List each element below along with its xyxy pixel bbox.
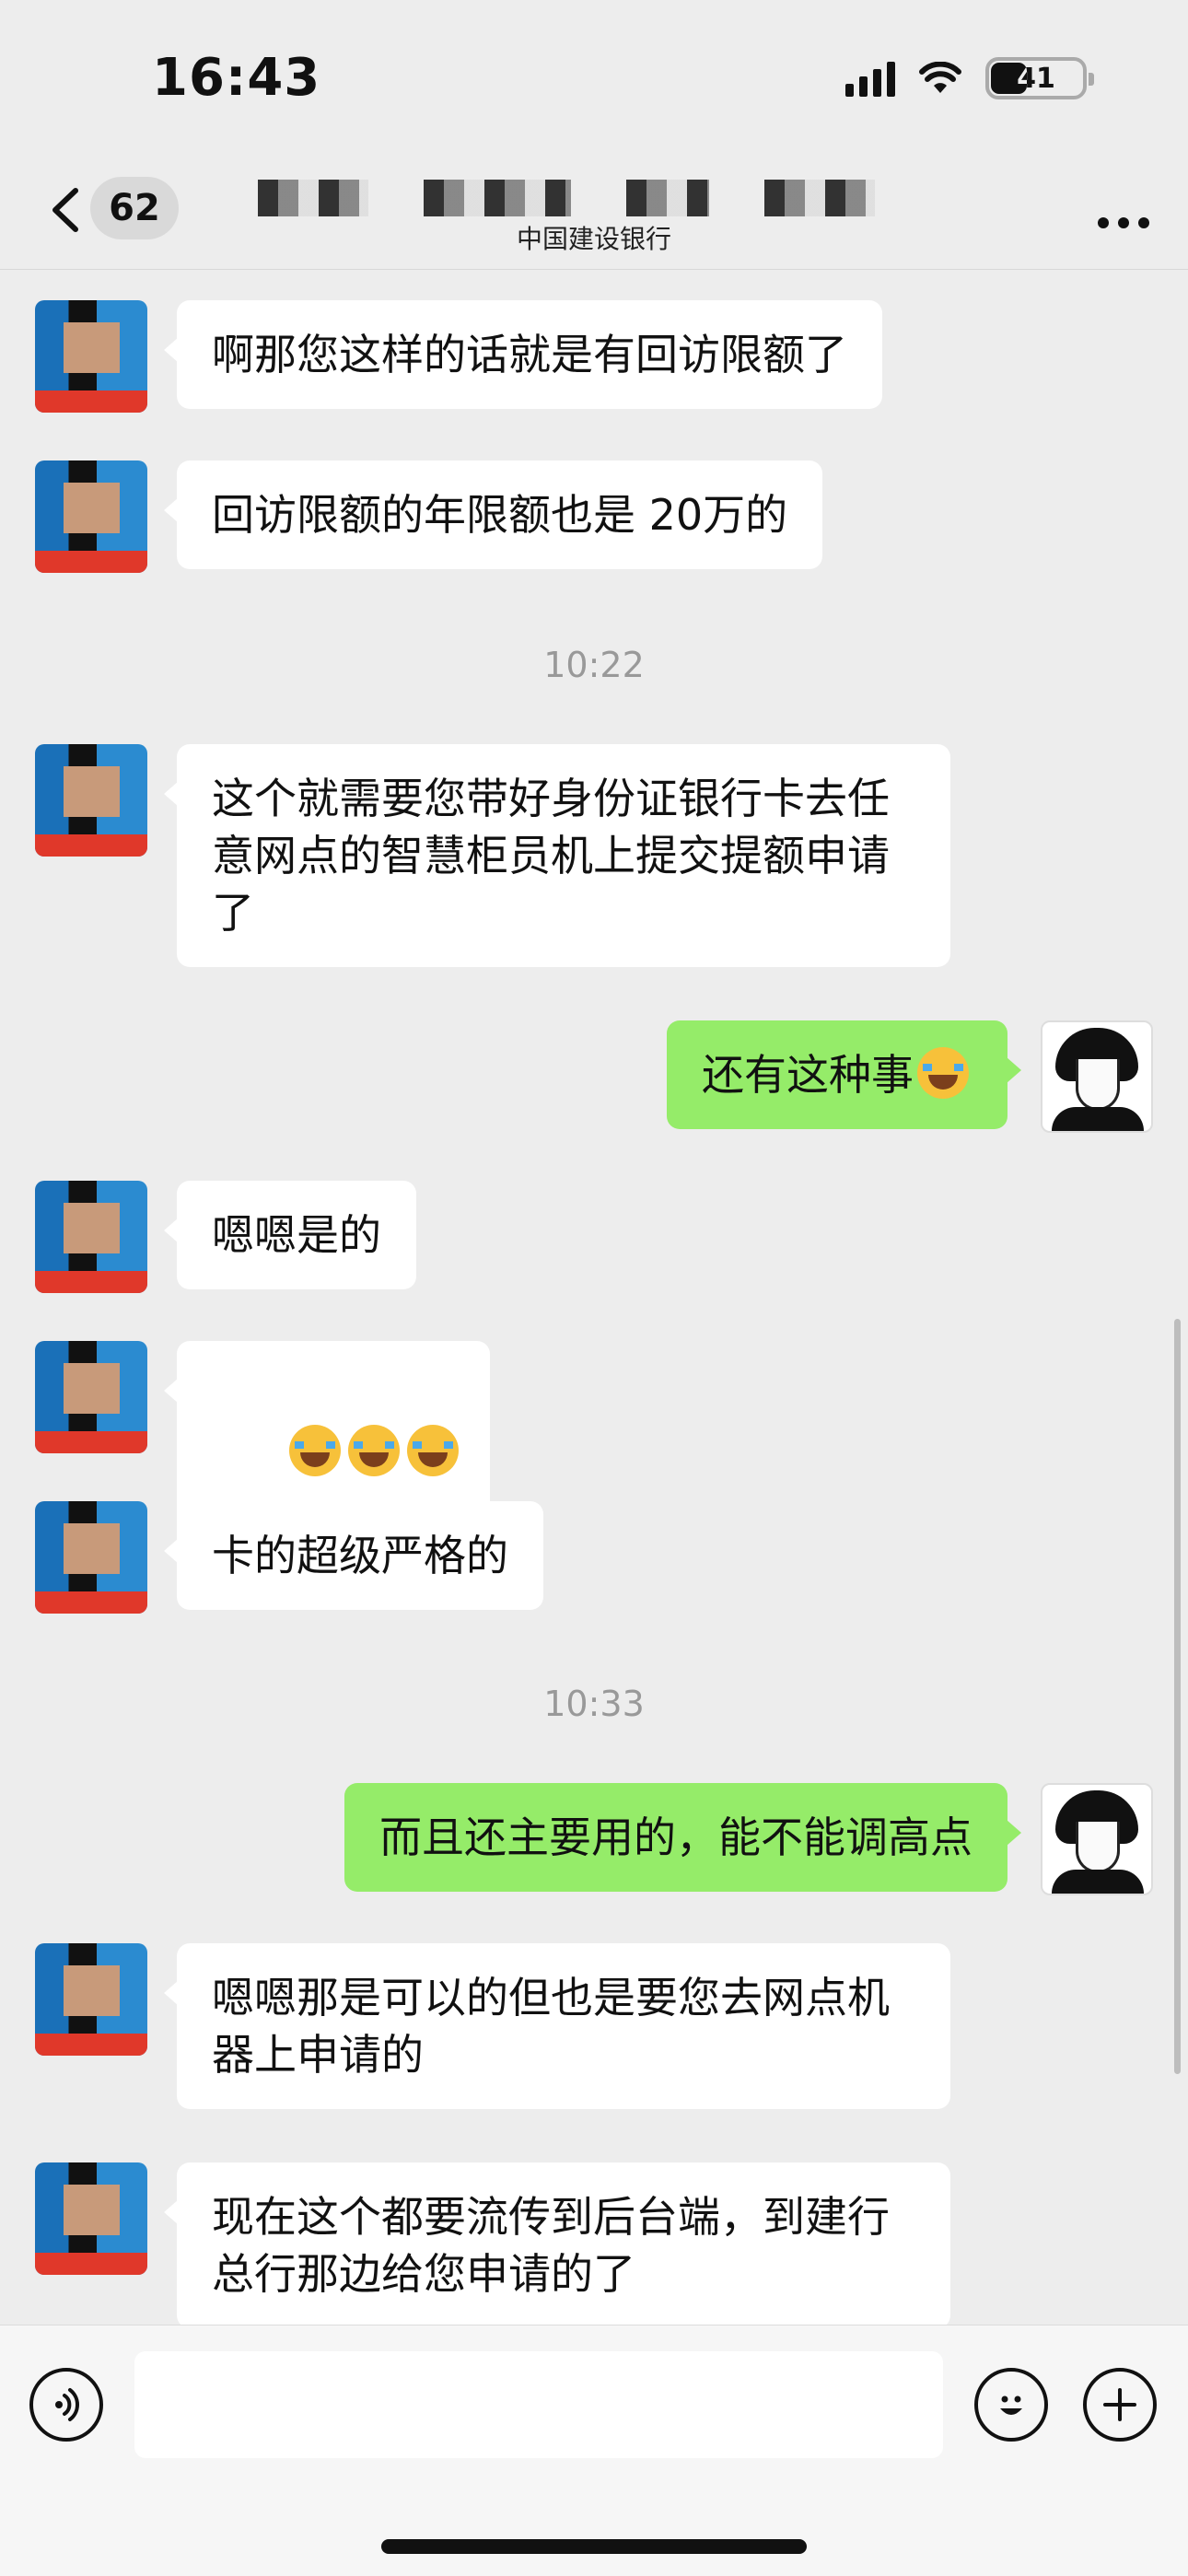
chat-input-bar — [0, 2325, 1188, 2576]
tears-of-joy-emoji-icon — [288, 1425, 341, 1476]
message-bubble[interactable]: 现在这个都要流传到后台端，到建行总行那边给您申请的了 — [164, 2162, 950, 2325]
contact-avatar[interactable] — [35, 744, 147, 857]
contact-avatar[interactable] — [35, 2162, 147, 2275]
redacted-name-block — [424, 180, 571, 216]
my-avatar[interactable] — [1041, 1783, 1153, 1895]
message-bubble[interactable]: 卡的超级严格的 — [164, 1501, 543, 1610]
voice-icon — [55, 2388, 79, 2421]
chat-scrollbar[interactable] — [1174, 1319, 1181, 2074]
smiley-icon — [1000, 2395, 1022, 2415]
message-text: 还有这种事 — [702, 1050, 914, 1100]
more-dots-icon — [1098, 217, 1149, 228]
contact-avatar[interactable] — [35, 1341, 147, 1453]
cellular-signal-icon — [845, 60, 895, 97]
timestamp: 10:22 — [543, 645, 645, 685]
more-options-button[interactable] — [1096, 190, 1151, 241]
redacted-name-block — [258, 180, 368, 216]
contact-avatar[interactable] — [35, 1943, 147, 2056]
tears-of-joy-emoji-icon — [406, 1425, 459, 1476]
more-actions-button[interactable] — [1083, 2368, 1157, 2442]
message-row: 这个就需要您带好身份证银行卡去任意网点的智慧柜员机上提交提额申请了 — [35, 744, 950, 967]
chat-title-pixelated — [258, 175, 995, 221]
voice-input-button[interactable] — [29, 2368, 103, 2442]
message-row: 现在这个都要流传到后台端，到建行总行那边给您申请的了 — [35, 2162, 950, 2325]
message-bubble[interactable]: 还有这种事 — [667, 1020, 1021, 1129]
message-bubble[interactable]: 啊那您这样的话就是有回访限额了 — [164, 300, 882, 409]
my-avatar[interactable] — [1041, 1020, 1153, 1133]
message-bubble[interactable]: 嗯嗯那是可以的但也是要您去网点机器上申请的 — [164, 1943, 950, 2109]
emoji-button[interactable] — [974, 2368, 1048, 2442]
redacted-name-block — [626, 180, 709, 216]
chat-subtitle: 中国建设银行 — [516, 224, 671, 254]
chat-header: 62 中国建设银行 — [0, 157, 1188, 270]
message-bubble[interactable]: 这个就需要您带好身份证银行卡去任意网点的智慧柜员机上提交提额申请了 — [164, 744, 950, 967]
home-indicator[interactable] — [381, 2539, 807, 2554]
message-row: 回访限额的年限额也是 20万的 — [35, 460, 823, 573]
message-row: 卡的超级严格的 — [35, 1501, 543, 1614]
tears-of-joy-emoji-icon — [347, 1425, 400, 1476]
wifi-icon — [919, 62, 961, 93]
contact-avatar[interactable] — [35, 460, 147, 573]
message-input[interactable] — [134, 2351, 943, 2458]
status-icons: 41 — [845, 57, 1094, 99]
timestamp: 10:33 — [543, 1684, 645, 1724]
message-bubble[interactable]: 而且还主要用的，能不能调高点 — [344, 1783, 1021, 1892]
status-bar: 16:43 41 — [0, 0, 1188, 157]
contact-avatar[interactable] — [35, 1501, 147, 1614]
plus-icon — [1103, 2388, 1136, 2421]
chat-message-list[interactable]: 啊那您这样的话就是有回访限额了 回访限额的年限额也是 20万的 10:22 这个… — [0, 269, 1188, 2325]
message-row: 而且还主要用的，能不能调高点 — [344, 1783, 1153, 1895]
tears-of-joy-emoji-icon — [917, 1047, 969, 1099]
message-row: 还有这种事 — [667, 1020, 1153, 1133]
message-bubble[interactable]: 回访限额的年限额也是 20万的 — [163, 460, 823, 569]
battery-level: 41 — [1017, 63, 1055, 95]
battery-icon: 41 — [985, 57, 1094, 99]
status-time: 16:43 — [152, 48, 321, 108]
contact-avatar[interactable] — [35, 1181, 147, 1293]
message-bubble[interactable]: 嗯嗯是的 — [164, 1181, 416, 1289]
message-row: 嗯嗯那是可以的但也是要您去网点机器上申请的 — [35, 1943, 950, 2109]
contact-avatar[interactable] — [35, 300, 147, 413]
redacted-name-block — [764, 180, 875, 216]
message-row: 啊那您这样的话就是有回访限额了 — [35, 300, 882, 413]
message-row: 嗯嗯是的 — [35, 1181, 416, 1293]
